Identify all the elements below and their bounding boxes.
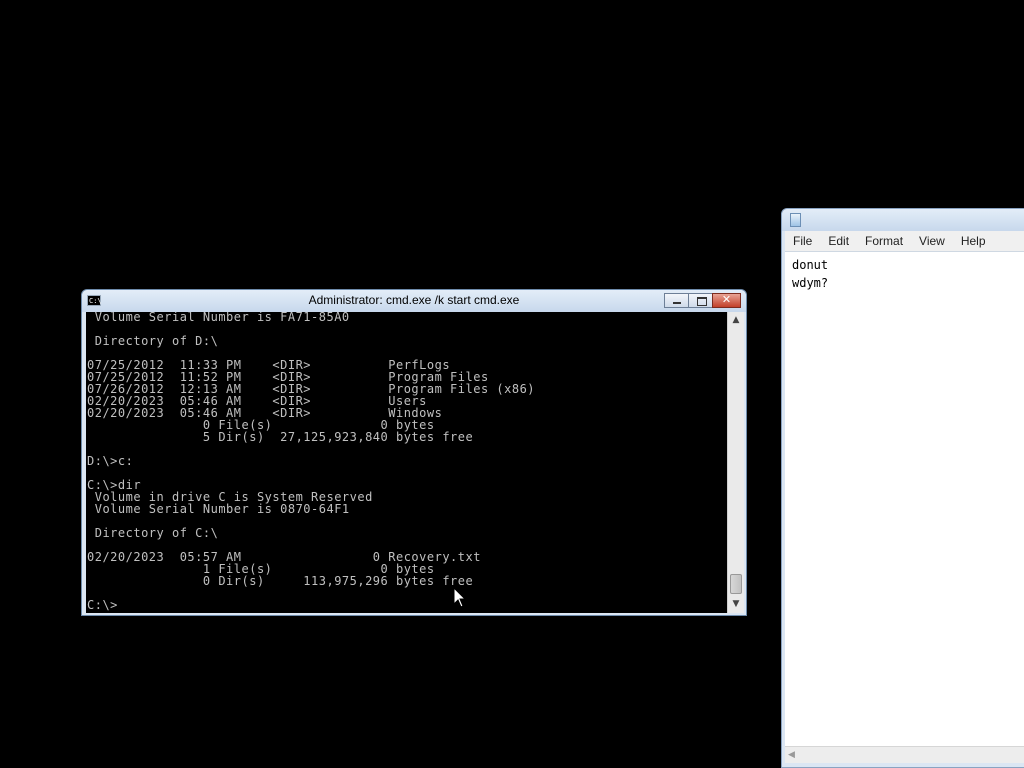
menu-view[interactable]: View xyxy=(911,234,953,248)
cmd-vertical-scrollbar[interactable]: ▲ ▼ xyxy=(727,312,744,613)
minimize-icon xyxy=(673,302,681,304)
console-line: D:\>c: xyxy=(87,454,134,468)
maximize-icon xyxy=(697,297,707,306)
notepad-horizontal-scrollbar[interactable]: ◀ xyxy=(785,746,1024,763)
console-line: Directory of C:\ xyxy=(87,526,219,540)
menu-file[interactable]: File xyxy=(785,234,820,248)
maximize-button[interactable] xyxy=(688,293,713,308)
console-line: C:\> xyxy=(87,598,118,612)
mouse-pointer-icon xyxy=(453,587,467,608)
minimize-button[interactable] xyxy=(664,293,689,308)
menu-edit[interactable]: Edit xyxy=(820,234,857,248)
notepad-content: donut wdym? xyxy=(792,258,829,290)
cmd-window-controls: ✕ xyxy=(664,293,741,308)
notepad-text-area[interactable]: donut wdym? xyxy=(785,251,1024,747)
scroll-thumb[interactable] xyxy=(730,574,742,594)
cmd-titlebar[interactable]: C:\ Administrator: cmd.exe /k start cmd.… xyxy=(82,290,746,312)
console-line: 0 Dir(s) 113,975,296 bytes free xyxy=(87,574,474,588)
console-line: Volume Serial Number is 0870-64F1 xyxy=(87,502,350,516)
scroll-down-arrow-icon[interactable]: ▼ xyxy=(728,596,744,613)
close-button[interactable]: ✕ xyxy=(712,293,741,308)
console-line: Directory of D:\ xyxy=(87,334,219,348)
menu-format[interactable]: Format xyxy=(857,234,911,248)
close-icon: ✕ xyxy=(721,293,732,306)
console-line: 5 Dir(s) 27,125,923,840 bytes free xyxy=(87,430,474,444)
cmd-window[interactable]: C:\ Administrator: cmd.exe /k start cmd.… xyxy=(81,289,747,616)
notepad-icon[interactable] xyxy=(790,213,801,227)
scroll-left-arrow-icon[interactable]: ◀ xyxy=(788,747,795,763)
console-output: Volume Serial Number is FA71-85A0 Direct… xyxy=(86,312,535,611)
notepad-window[interactable]: File Edit Format View Help donut wdym? ◀ xyxy=(781,208,1024,768)
console-line: Volume Serial Number is FA71-85A0 xyxy=(87,312,350,324)
notepad-titlebar[interactable] xyxy=(782,209,1024,231)
scroll-up-arrow-icon[interactable]: ▲ xyxy=(728,312,744,329)
menu-help[interactable]: Help xyxy=(953,234,994,248)
notepad-menubar: File Edit Format View Help xyxy=(785,231,1024,251)
cmd-console[interactable]: Volume Serial Number is FA71-85A0 Direct… xyxy=(86,312,727,613)
cmd-window-title: Administrator: cmd.exe /k start cmd.exe xyxy=(308,293,520,307)
